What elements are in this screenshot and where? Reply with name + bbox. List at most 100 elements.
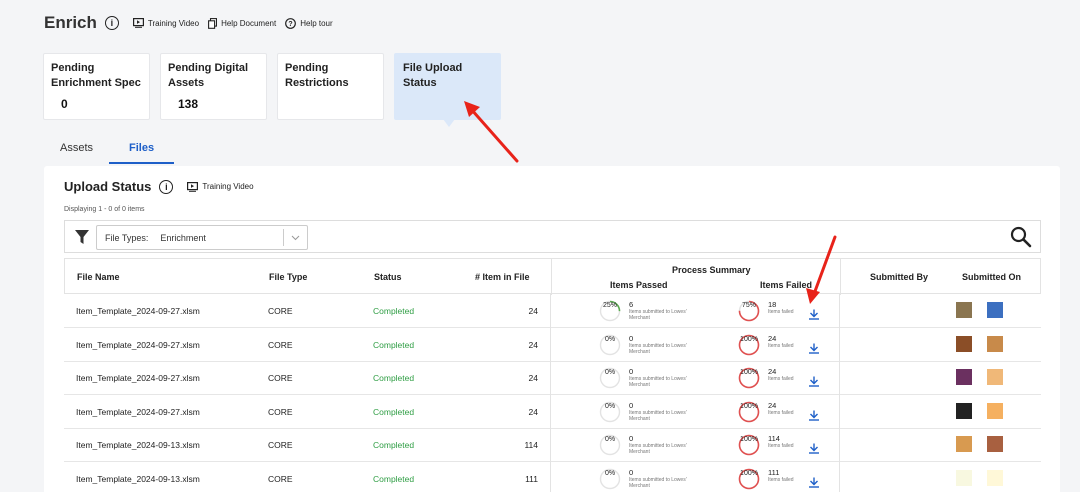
status-cell: Completed — [373, 473, 415, 484]
search-icon[interactable] — [1010, 226, 1032, 248]
panel-training-video-link[interactable]: Training Video — [187, 181, 254, 192]
passed-summary: 0 Items submitted to Lowes' Merchant — [629, 467, 687, 489]
help-tour-link[interactable]: ? Help tour — [285, 17, 333, 29]
submitted-on-redacted — [956, 369, 972, 385]
summary-cards: Pending Enrichment Spec 0 Pending Digita… — [43, 53, 511, 127]
download-icon[interactable] — [808, 374, 820, 392]
page-header: Enrich i Training Video Help Document ? … — [44, 12, 342, 34]
video-icon — [187, 181, 199, 192]
file-name-cell: Item_Template_2024-09-13.xlsm — [76, 473, 200, 484]
download-icon[interactable] — [808, 408, 820, 426]
panel-title: Upload Status — [64, 179, 152, 194]
item-count-cell: 24 — [528, 306, 538, 316]
file-type-cell: CORE — [268, 373, 293, 383]
table-row[interactable]: Item_Template_2024-09-27.xlsm CORE Complet… — [64, 394, 1041, 429]
col-status[interactable]: Status — [374, 272, 402, 282]
passed-ring-label: 0% — [604, 402, 616, 410]
item-count-cell: 24 — [528, 373, 538, 383]
submitted-on-redacted — [956, 436, 972, 452]
upload-status-panel: Upload Status i Training Video Displayin… — [44, 166, 1060, 492]
info-icon[interactable]: i — [159, 179, 174, 194]
submitted-on-redacted — [987, 436, 1003, 452]
filter-bar: File Types: Enrichment — [64, 220, 1041, 253]
process-summary-cell — [550, 428, 840, 462]
info-icon[interactable]: i — [104, 16, 119, 30]
svg-text:?: ? — [289, 21, 293, 28]
file-name-cell: Item_Template_2024-09-27.xlsm — [76, 306, 200, 316]
table-row[interactable]: Item_Template_2024-09-27.xlsm CORE Complet… — [64, 361, 1041, 395]
submitted-on-redacted — [987, 369, 1003, 385]
panel-header: Upload Status i Training Video — [64, 179, 263, 194]
table-row[interactable]: Item_Template_2024-09-27.xlsm CORE Complet… — [64, 294, 1041, 328]
file-name-cell: Item_Template_2024-09-27.xlsm — [76, 406, 200, 417]
download-icon[interactable] — [808, 307, 820, 325]
status-cell: Completed — [373, 373, 415, 383]
failed-summary: 24 Items failed — [768, 400, 794, 416]
submitted-on-redacted — [987, 302, 1003, 318]
question-icon: ? — [285, 17, 297, 29]
failed-ring-label: 100% — [740, 335, 758, 343]
card-pending-enrichment-spec[interactable]: Pending Enrichment Spec 0 — [43, 53, 150, 120]
passed-summary: 0 Items submitted to Lowes' Merchant — [629, 400, 687, 422]
table-row[interactable]: Item_Template_2024-09-13.xlsm CORE Complet… — [64, 428, 1041, 462]
submitted-on-redacted — [956, 469, 972, 486]
col-file-type[interactable]: File Type — [269, 272, 307, 282]
failed-ring-label: 100% — [740, 469, 758, 477]
download-icon[interactable] — [808, 341, 820, 359]
failed-ring-label: 75% — [741, 302, 756, 309]
passed-summary: 6 Items submitted to Lowes' Merchant — [629, 300, 687, 321]
file-type-cell: CORE — [268, 339, 293, 350]
file-name-cell: Item_Template_2024-09-27.xlsm — [76, 339, 200, 350]
submitted-on-redacted — [987, 469, 1003, 486]
col-process-summary: Process Summary — [672, 265, 751, 275]
card-pending-restrictions[interactable]: Pending Restrictions — [277, 53, 384, 120]
training-video-link[interactable]: Training Video — [132, 18, 199, 28]
file-name-cell: Item_Template_2024-09-13.xlsm — [76, 440, 200, 450]
process-summary-cell — [550, 327, 840, 362]
submitted-on-redacted — [987, 335, 1003, 352]
item-count-cell: 111 — [525, 473, 538, 484]
filter-icon[interactable] — [75, 230, 89, 245]
passed-summary: 0 Items submitted to Lowes' Merchant — [629, 434, 687, 455]
tab-files[interactable]: Files — [109, 136, 175, 164]
process-summary-cell — [550, 461, 840, 492]
col-items-passed[interactable]: Items Passed — [610, 280, 668, 290]
download-icon[interactable] — [808, 441, 820, 459]
passed-ring-label: 0% — [604, 369, 616, 376]
table-row[interactable]: Item_Template_2024-09-13.xlsm CORE Complet… — [64, 461, 1041, 492]
card-file-upload-status[interactable]: File Upload Status — [394, 53, 501, 127]
chevron-down-icon[interactable] — [283, 229, 307, 246]
file-type-cell: CORE — [268, 440, 293, 450]
tab-bar: Assets Files — [44, 136, 175, 164]
col-items-failed[interactable]: Items Failed — [760, 280, 812, 290]
col-items[interactable]: # Item in File — [475, 272, 530, 282]
file-type-cell: CORE — [268, 473, 293, 484]
col-submitted-on[interactable]: Submitted On — [962, 272, 1021, 282]
col-file-name[interactable]: File Name — [77, 272, 120, 282]
failed-ring-label: 100% — [740, 436, 758, 443]
submitted-on-redacted — [956, 302, 972, 318]
tab-assets[interactable]: Assets — [44, 136, 109, 164]
passed-ring-label: 0% — [604, 335, 616, 343]
passed-summary: 0 Items submitted to Lowes' Merchant — [629, 367, 687, 388]
submitted-on-redacted — [956, 402, 972, 419]
submitted-on-redacted — [956, 335, 972, 352]
file-type-select[interactable]: File Types: Enrichment — [96, 225, 308, 250]
failed-ring-label: 100% — [740, 402, 758, 410]
failed-summary: 18 Items failed — [768, 300, 794, 315]
table-row[interactable]: Item_Template_2024-09-27.xlsm CORE Complet… — [64, 327, 1041, 362]
status-cell: Completed — [373, 306, 415, 316]
card-pending-digital-assets[interactable]: Pending Digital Assets 138 — [160, 53, 267, 120]
failed-summary: 24 Items failed — [768, 333, 794, 349]
displaying-count: Displaying 1 - 0 of 0 items — [64, 206, 145, 213]
status-cell: Completed — [373, 406, 415, 417]
col-submitted-by[interactable]: Submitted By — [870, 272, 928, 282]
failed-summary: 111 Items failed — [768, 467, 794, 483]
item-count-cell: 24 — [528, 406, 538, 417]
process-summary-cell — [550, 294, 840, 328]
help-document-link[interactable]: Help Document — [208, 17, 276, 29]
process-summary-cell — [550, 394, 840, 429]
process-summary-group: Process Summary Items Passed Items Faile… — [551, 259, 841, 295]
document-icon — [208, 17, 218, 29]
download-icon[interactable] — [808, 475, 820, 492]
